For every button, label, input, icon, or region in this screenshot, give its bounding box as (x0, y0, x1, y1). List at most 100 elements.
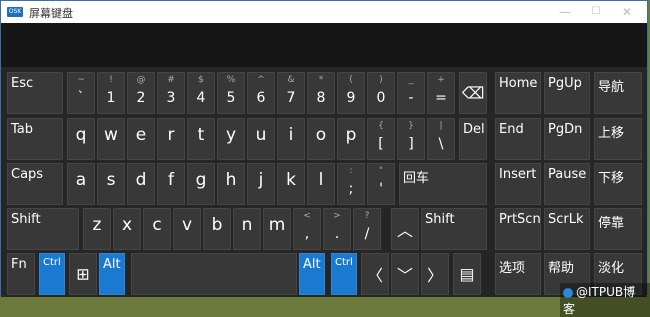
key-pgdn[interactable]: PgDn (544, 118, 590, 160)
key-ralt[interactable]: Alt (299, 253, 325, 295)
key-lctrl[interactable]: Ctrl (39, 253, 65, 295)
itpub-logo-icon (563, 287, 573, 298)
key-z[interactable]: z (83, 208, 111, 250)
key-shift-char: ! (109, 75, 113, 85)
key-moveup[interactable]: 上移 (594, 118, 642, 160)
key-backslash[interactable]: | \ (427, 118, 455, 160)
minimize-button[interactable]: — (556, 3, 574, 21)
key-w[interactable]: w (97, 118, 125, 160)
key-k[interactable]: k (277, 163, 305, 205)
key-right[interactable]: 〉 (421, 253, 449, 295)
key-label: 回车 (403, 171, 430, 186)
key-movedown[interactable]: 下移 (594, 163, 642, 205)
key-7[interactable]: & 7 (277, 72, 305, 114)
key-del[interactable]: Del (459, 118, 487, 160)
key-slash[interactable]: ? / (353, 208, 381, 250)
key-fn[interactable]: Fn (7, 253, 35, 295)
key-q[interactable]: q (67, 118, 95, 160)
key-options[interactable]: 选项 (495, 253, 541, 295)
key-c[interactable]: c (143, 208, 171, 250)
key-char: t (197, 125, 205, 145)
key-r[interactable]: r (157, 118, 185, 160)
key-char: 0 (376, 90, 386, 106)
key-char: i (288, 125, 294, 145)
key-esc[interactable]: Esc (7, 72, 63, 114)
key-shift-char: { (378, 121, 384, 131)
key-u[interactable]: u (247, 118, 275, 160)
key-nav[interactable]: 导航 (594, 72, 642, 114)
key-j[interactable]: j (247, 163, 275, 205)
key-win[interactable]: ⊞ (69, 253, 97, 295)
key-pgup[interactable]: PgUp (544, 72, 590, 114)
key-char: ` (77, 90, 85, 106)
key-y[interactable]: y (217, 118, 245, 160)
key-char: n (241, 215, 253, 235)
key-shift-char: ) (379, 75, 383, 85)
key-p[interactable]: p (337, 118, 365, 160)
key-1[interactable]: ! 1 (97, 72, 125, 114)
key-g[interactable]: g (187, 163, 215, 205)
close-button[interactable]: ✕ (618, 3, 636, 21)
key-dock[interactable]: 停靠 (594, 208, 642, 250)
title-bar[interactable]: OSK 屏幕键盘 — ☐ ✕ (1, 1, 647, 23)
key-s[interactable]: s (97, 163, 125, 205)
key-label: Caps (11, 167, 44, 182)
key-rshift[interactable]: Shift (421, 208, 487, 250)
key-label: Esc (11, 76, 34, 91)
key-rctrl[interactable]: Ctrl (331, 253, 357, 295)
key-enter[interactable]: 回车 (399, 163, 487, 205)
key-4[interactable]: $4 (187, 72, 215, 114)
key-label: 停靠 (598, 216, 625, 231)
key-n[interactable]: n (233, 208, 261, 250)
key-6[interactable]: ^ 6 (247, 72, 275, 114)
key-caps[interactable]: Caps (7, 163, 63, 205)
key-i[interactable]: i (277, 118, 305, 160)
key-f[interactable]: f (157, 163, 185, 205)
key-lbracket[interactable]: {[ (367, 118, 395, 160)
key-8[interactable]: * 8 (307, 72, 335, 114)
key-backspace[interactable]: ⌫ (459, 72, 487, 114)
key-pause[interactable]: Pause (544, 163, 590, 205)
key-minus[interactable]: _ - (397, 72, 425, 114)
key-d[interactable]: d (127, 163, 155, 205)
key-l[interactable]: l (307, 163, 335, 205)
key-t[interactable]: t (187, 118, 215, 160)
key-h[interactable]: h (217, 163, 245, 205)
key-end[interactable]: End (495, 118, 541, 160)
key-o[interactable]: o (307, 118, 335, 160)
key-left[interactable]: 〈 (361, 253, 389, 295)
maximize-button[interactable]: ☐ (587, 3, 605, 21)
key-space[interactable] (131, 253, 297, 295)
key-0[interactable]: ) 0 (367, 72, 395, 114)
key-period[interactable]: >. (323, 208, 351, 250)
key-2[interactable]: @2 (127, 72, 155, 114)
key-5[interactable]: % 5 (217, 72, 245, 114)
key-v[interactable]: v (173, 208, 201, 250)
key-down[interactable]: ﹀ (391, 253, 419, 295)
key-9[interactable]: (9 (337, 72, 365, 114)
key-x[interactable]: x (113, 208, 141, 250)
key-insert[interactable]: Insert (495, 163, 541, 205)
key-e[interactable]: e (127, 118, 155, 160)
key-b[interactable]: b (203, 208, 231, 250)
menu-icon: ▤ (459, 264, 475, 284)
key-up[interactable]: ︿ (391, 208, 419, 250)
key-label: Pause (548, 167, 587, 182)
key-char: ' (379, 181, 383, 197)
key-prtscn[interactable]: PrtScn (495, 208, 541, 250)
key-3[interactable]: #3 (157, 72, 185, 114)
key-scrlk[interactable]: ScrLk (544, 208, 590, 250)
key-semicolon[interactable]: :; (337, 163, 365, 205)
key-a[interactable]: a (67, 163, 95, 205)
key-rbracket[interactable]: }] (397, 118, 425, 160)
key-home[interactable]: Home (495, 72, 541, 114)
key-comma[interactable]: <, (293, 208, 321, 250)
key-m[interactable]: m (263, 208, 291, 250)
key-quote[interactable]: " ' (367, 163, 395, 205)
key-lshift[interactable]: Shift (7, 208, 79, 250)
key-lalt[interactable]: Alt (99, 253, 125, 295)
key-equals[interactable]: + = (427, 72, 455, 114)
key-menu[interactable]: ▤ (453, 253, 481, 295)
key-backtick[interactable]: ~ ` (67, 72, 95, 114)
key-tab[interactable]: Tab (7, 118, 63, 160)
